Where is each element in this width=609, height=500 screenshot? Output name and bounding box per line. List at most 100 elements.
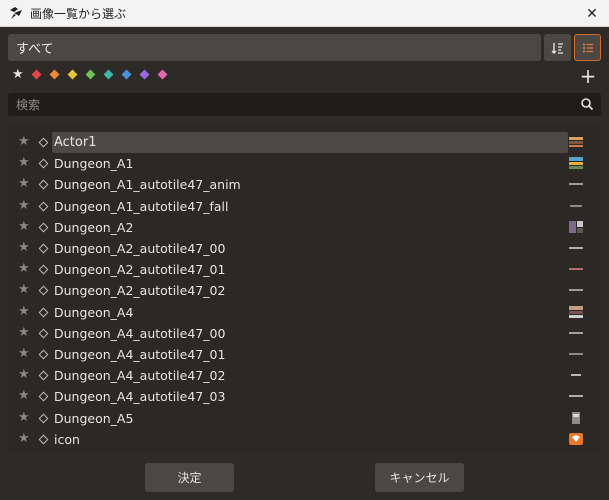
folder-filter-select[interactable]: すべて [8,34,541,61]
tag-blue-icon[interactable] [121,69,132,79]
tag-purple-icon[interactable] [139,69,150,79]
list-item-label: Dungeon_A4_autotile47_02 [54,368,226,384]
tag-red-icon[interactable] [31,69,42,79]
color-tag-diamond-icon[interactable] [38,370,49,381]
color-tag-diamond-icon[interactable] [38,434,49,445]
favorite-star-icon[interactable]: ★ [18,155,30,171]
list-item-label: Dungeon_A4_autotile47_03 [54,389,226,405]
ok-button[interactable]: 決定 [145,463,234,492]
color-tag-diamond-icon[interactable] [38,222,49,233]
list-item-label: Dungeon_A2_autotile47_01 [54,262,226,278]
favorite-star-icon[interactable]: ★ [18,282,30,298]
sort-icon [551,42,563,54]
list-item-label: Dungeon_A4_autotile47_00 [54,325,226,341]
search-icon[interactable] [580,97,594,111]
close-icon[interactable]: ✕ [575,0,609,27]
search-input[interactable] [8,93,601,116]
image-thumbnail-icon [569,331,583,334]
image-thumbnail-icon [569,353,583,355]
tag-teal-icon[interactable] [103,69,114,79]
list-item[interactable]: ★ Dungeon_A2_autotile47_00 [8,238,601,259]
favorite-star-icon[interactable]: ★ [18,388,30,404]
tag-green-icon[interactable] [85,69,96,79]
favorite-star-icon[interactable]: ★ [18,261,30,277]
color-tag-diamond-icon[interactable] [38,137,49,148]
list-item[interactable]: ★ Actor1 [8,132,601,153]
list-item-label: Dungeon_A5 [54,410,134,426]
list-item[interactable]: ★ Dungeon_A4_autotile47_02 [8,365,601,386]
image-list[interactable]: ★ Actor1 ★ Dungeon_A1 ★ Dungeon_A1_autotile47… [8,124,601,454]
color-tag-diamond-icon[interactable] [38,264,49,275]
list-item[interactable]: ★ Dungeon_A1_autotile47_fall [8,196,601,217]
color-tag-diamond-icon[interactable] [38,413,49,424]
list-item-label: Dungeon_A2 [54,219,134,235]
list-item-label: icon [54,431,80,447]
search-box [8,93,601,116]
favorite-star-icon[interactable]: ★ [18,325,30,341]
favorite-star-icon[interactable]: ★ [18,346,30,362]
color-tag-diamond-icon[interactable] [38,285,49,296]
list-item-label: Dungeon_A1_autotile47_anim [54,177,241,193]
list-item[interactable]: ★ Dungeon_A2_autotile47_01 [8,259,601,280]
window-title: 画像一覧から選ぶ [30,6,127,21]
list-item[interactable]: ★ Dungeon_A2 [8,217,601,238]
star-filter-icon[interactable]: ★ [12,68,24,81]
tag-yellow-icon[interactable] [67,69,78,79]
list-item[interactable]: ★ Dungeon_A5 [8,408,601,429]
list-item[interactable]: ★ Dungeon_A2_autotile47_02 [8,280,601,301]
list-view-icon [582,43,593,52]
list-item[interactable]: ★ Dungeon_A1_autotile47_anim [8,174,601,195]
image-thumbnail-icon [569,268,583,271]
image-thumbnail-icon [570,204,582,207]
color-tag-diamond-icon[interactable] [38,391,49,402]
image-thumbnail-icon [569,305,583,318]
list-item[interactable]: ★ Dungeon_A4_autotile47_03 [8,386,601,407]
image-thumbnail-icon [569,432,583,445]
list-item-label: Dungeon_A4 [54,304,134,320]
favorite-star-icon[interactable]: ★ [18,198,30,214]
list-item-label: Dungeon_A2_autotile47_00 [54,241,226,256]
add-tag-button[interactable]: + [579,66,597,86]
color-tag-diamond-icon[interactable] [38,201,49,212]
favorite-star-icon[interactable]: ★ [18,367,30,383]
color-tag-diamond-icon[interactable] [38,179,49,190]
list-item-label: Dungeon_A1_autotile47_fall [54,198,229,214]
favorite-star-icon[interactable]: ★ [18,134,30,150]
list-item[interactable]: ★ Dungeon_A4 [8,302,601,323]
color-tag-diamond-icon[interactable] [38,328,49,339]
color-tag-diamond-icon[interactable] [38,307,49,318]
image-thumbnail-icon [569,289,583,292]
list-item[interactable]: ★ Dungeon_A4_autotile47_01 [8,344,601,365]
list-view-button[interactable] [574,34,601,61]
image-thumbnail-icon [571,374,581,377]
image-thumbnail-icon [569,247,583,249]
title-bar: 画像一覧から選ぶ ✕ [0,0,609,27]
image-thumbnail-icon [569,220,583,233]
favorite-star-icon[interactable]: ★ [18,219,30,235]
image-thumbnail-icon [569,137,583,147]
favorite-star-icon[interactable]: ★ [18,304,30,320]
list-item-label: Actor1 [52,132,568,153]
tag-orange-icon[interactable] [49,69,60,79]
list-item-label: Dungeon_A4_autotile47_01 [54,347,226,362]
image-thumbnail-icon [572,411,580,424]
tag-pink-icon[interactable] [157,69,168,79]
sort-button[interactable] [544,34,571,61]
list-item[interactable]: ★ icon [8,429,601,450]
color-tag-filter: ★ [12,67,168,81]
cancel-button[interactable]: キャンセル [375,463,464,492]
color-tag-diamond-icon[interactable] [38,243,49,254]
list-item[interactable]: ★ Dungeon_A1 [8,153,601,174]
favorite-star-icon[interactable]: ★ [18,176,30,192]
list-item-label: Dungeon_A1 [54,156,134,172]
favorite-star-icon[interactable]: ★ [18,240,30,256]
favorite-star-icon[interactable]: ★ [18,410,30,426]
image-thumbnail-icon [569,395,583,398]
rpgmaker-icon [8,5,24,21]
list-item-label: Dungeon_A2_autotile47_02 [54,283,226,299]
color-tag-diamond-icon[interactable] [38,349,49,360]
color-tag-diamond-icon[interactable] [38,158,49,169]
favorite-star-icon[interactable]: ★ [18,431,30,447]
image-thumbnail-icon [569,157,583,170]
list-item[interactable]: ★ Dungeon_A4_autotile47_00 [8,323,601,344]
